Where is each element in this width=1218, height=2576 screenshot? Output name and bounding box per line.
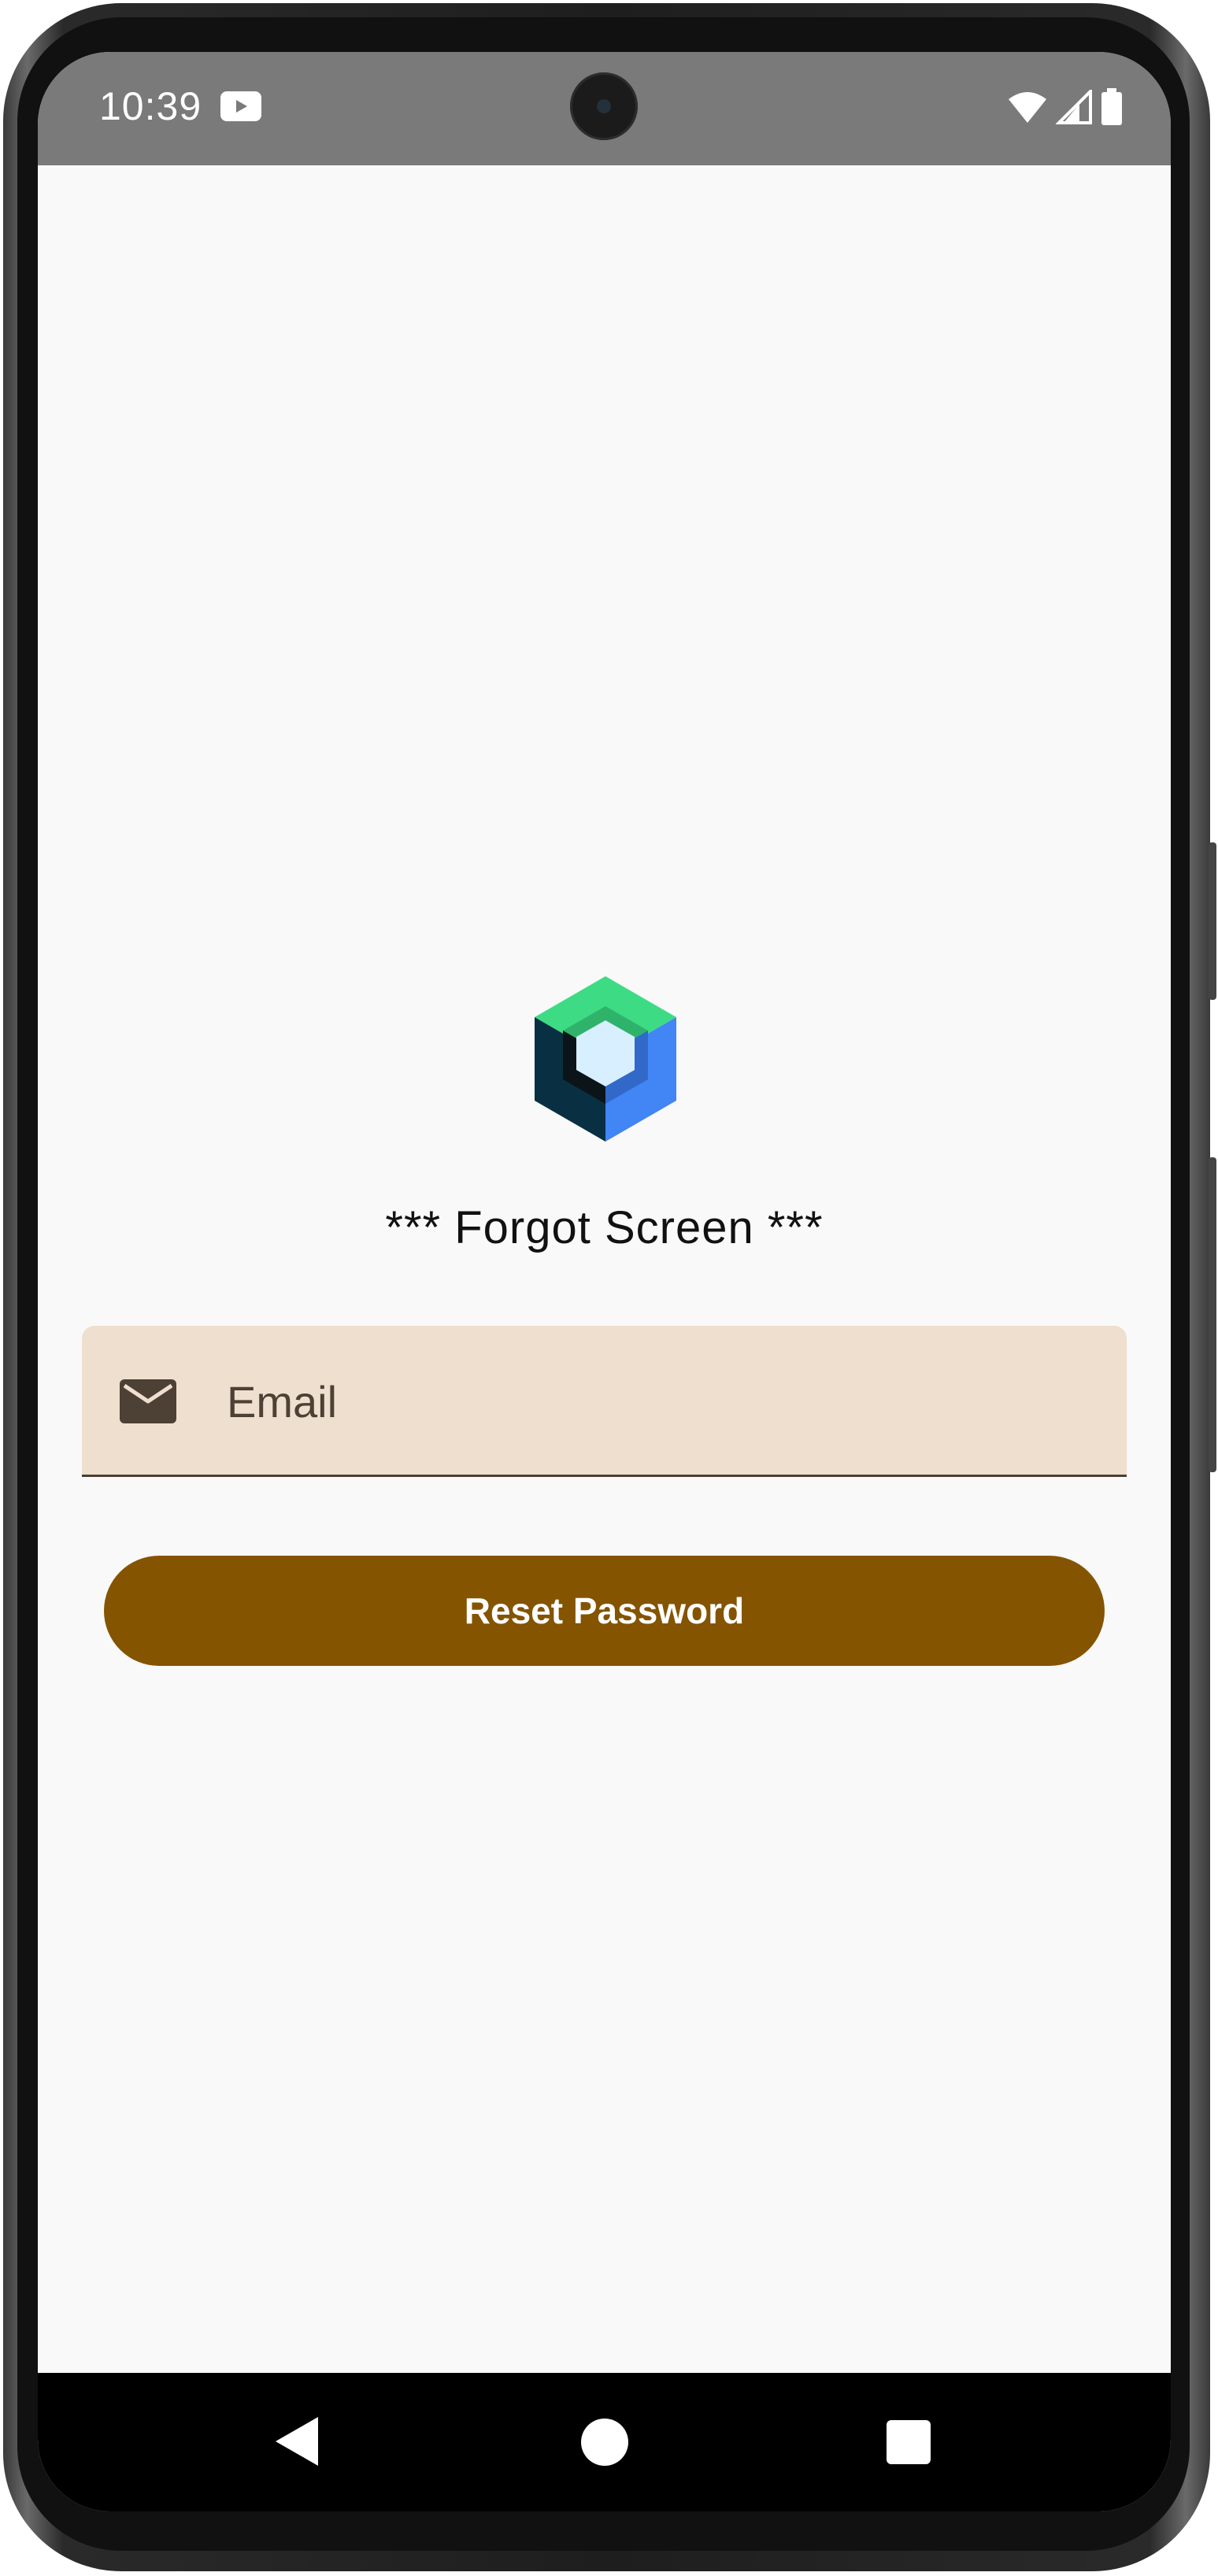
status-bar: 10:39 <box>38 52 1171 165</box>
jetpack-compose-logo <box>535 976 676 1142</box>
reset-password-button[interactable]: Reset Password <box>104 1556 1105 1666</box>
email-placeholder: Email <box>227 1377 338 1427</box>
status-icons <box>1007 87 1124 128</box>
app-screen: 10:39 *** Forgot Screen *** Email Reset … <box>38 52 1171 2511</box>
back-icon[interactable] <box>274 2415 321 2467</box>
recents-icon[interactable] <box>887 2420 931 2464</box>
signal-icon <box>1056 90 1092 124</box>
youtube-icon <box>220 91 261 121</box>
status-time: 10:39 <box>99 84 202 128</box>
forgot-password-content: *** Forgot Screen *** Email Reset Passwo… <box>38 165 1171 2373</box>
power-button <box>1209 1157 1216 1472</box>
email-icon <box>120 1379 176 1423</box>
battery-icon <box>1101 88 1122 125</box>
page-title: *** Forgot Screen *** <box>385 1202 824 1253</box>
navigation-bar <box>38 2373 1171 2511</box>
wifi-icon <box>1009 92 1046 123</box>
email-field[interactable]: Email <box>82 1326 1127 1477</box>
home-icon[interactable] <box>581 2419 628 2466</box>
phone-device: 10:39 *** Forgot Screen *** Email Reset … <box>0 0 1218 2576</box>
volume-button <box>1209 842 1216 1000</box>
front-camera <box>570 72 638 140</box>
